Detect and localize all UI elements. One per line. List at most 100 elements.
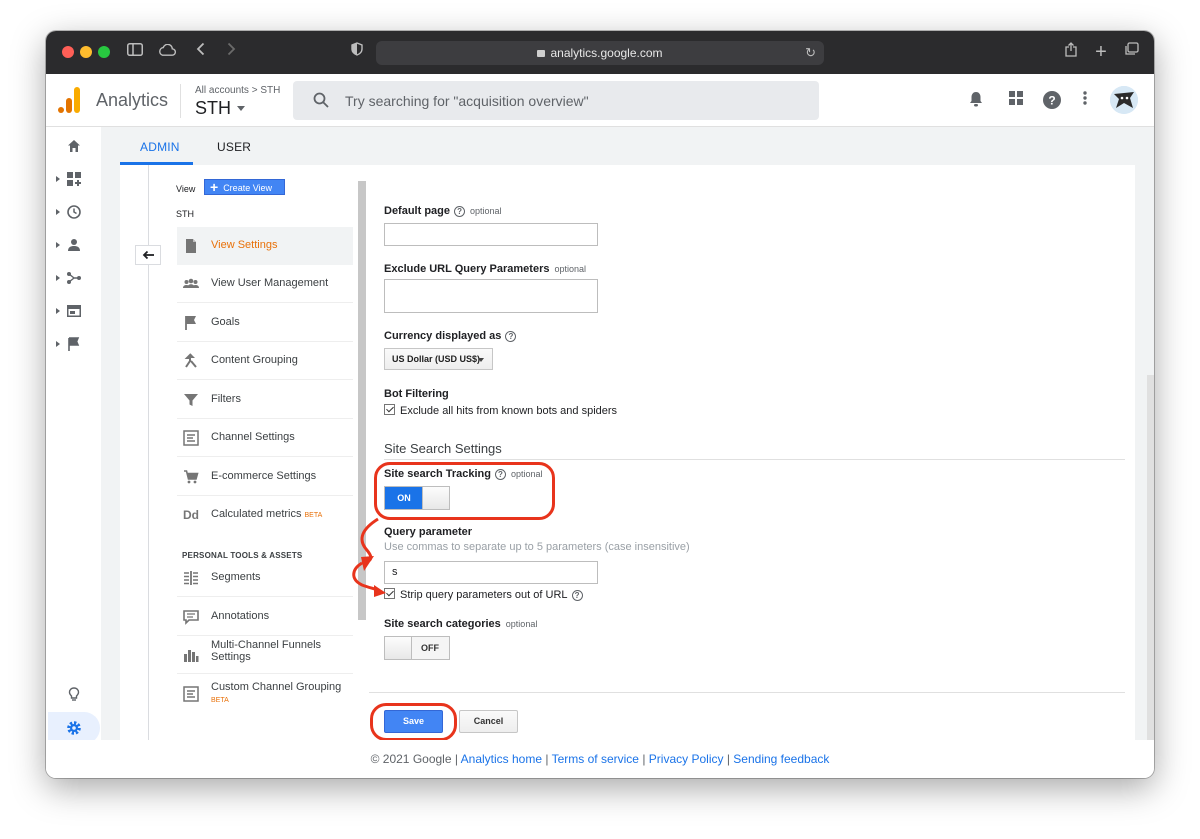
nav-annotations[interactable]: Annotations [177,598,353,636]
help-icon[interactable]: ? [454,206,466,217]
expand-arrow-icon [56,308,60,314]
nav-calculated-metrics[interactable]: Dd Calculated metrics BETA [177,496,353,534]
tab-admin[interactable]: ADMIN [140,140,180,154]
chevron-down-icon [478,358,484,362]
filter-icon [184,394,198,406]
account-selector[interactable]: STH [195,98,245,119]
more-vert-icon[interactable] [1075,91,1095,111]
beta-badge: BETA [304,512,323,519]
share-icon[interactable] [1060,42,1082,62]
footer-link-terms[interactable]: Terms of service [552,752,639,766]
url-text: analytics.google.com [550,46,663,60]
analytics-logo-icon[interactable] [58,87,80,113]
rail-audience[interactable] [46,236,101,256]
bot-filtering-checkbox[interactable]: Exclude all hits from known bots and spi… [384,404,617,417]
close-window-button[interactable] [62,46,74,58]
rail-discover[interactable] [46,685,101,705]
help-icon[interactable]: ? [1042,91,1062,111]
expand-arrow-icon [56,209,60,215]
segments-icon [184,571,198,585]
document-icon [186,239,196,253]
tab-user[interactable]: USER [217,140,251,154]
beta-badge: BETA [211,697,229,704]
acquisition-icon [67,272,81,284]
reload-icon[interactable]: ↻ [805,41,816,65]
nav-multi-channel-funnels-settings[interactable]: Multi-Channel Funnels Settings [177,636,353,674]
default-page-input[interactable] [384,223,598,246]
copyright: © 2021 Google [370,752,452,766]
nav-segments[interactable]: Segments [177,559,353,597]
footer-link-analytics-home[interactable]: Analytics home [461,752,542,766]
strip-params-checkbox[interactable]: Strip query parameters out of URL? [384,588,583,601]
sidebar-toggle-icon[interactable] [124,42,146,62]
app-name[interactable]: Analytics [96,90,168,111]
site-search-categories-label: Site search categories optional [384,618,538,630]
privacy-shield-icon[interactable] [346,42,368,62]
section-divider [384,459,1125,460]
gear-icon [67,721,81,735]
avatar[interactable] [1110,86,1138,114]
apps-grid-icon[interactable] [1006,91,1026,111]
nav-ecommerce-settings[interactable]: E-commerce Settings [177,458,353,496]
search-bar[interactable]: Try searching for "acquisition overview" [293,81,819,120]
channel-icon [183,430,199,446]
chevron-down-icon [237,106,245,111]
header-divider [180,84,181,118]
flag-icon [68,337,80,351]
nav-view-settings[interactable]: View Settings [177,227,353,265]
currency-select[interactable]: US Dollar (USD US$) [384,348,493,370]
minimize-window-button[interactable] [80,46,92,58]
browser-toolbar: analytics.google.com ↻ + [46,31,1154,74]
annotation-icon [183,610,199,625]
account-name: STH [195,98,231,118]
icloud-tabs-icon[interactable] [156,42,178,62]
query-parameter-input[interactable]: s [384,561,598,584]
annotation-arrow-icon [352,517,386,597]
footer: © 2021 Google | Analytics home | Terms o… [46,740,1154,778]
footer-link-feedback[interactable]: Sending feedback [733,752,829,766]
help-icon[interactable]: ? [571,590,583,601]
rail-home[interactable] [46,137,101,157]
zoom-window-button[interactable] [98,46,110,58]
nav-custom-channel-grouping[interactable]: Custom Channel Grouping BETA [177,675,353,725]
notifications-bell-icon[interactable] [966,91,986,111]
main-content: ADMIN USER View + Create View STH View Se… [101,127,1154,741]
flag-icon [185,316,196,330]
rail-realtime[interactable] [46,203,101,223]
site-search-categories-toggle[interactable]: OFF [384,636,450,660]
channel-icon [183,686,199,702]
nav-channel-settings[interactable]: Channel Settings [177,419,353,457]
back-icon[interactable] [190,42,212,62]
rail-behavior[interactable] [46,302,101,322]
svg-text:?: ? [1048,94,1055,108]
rail-conversions[interactable] [46,335,101,355]
tab-overview-icon[interactable] [1120,42,1142,62]
create-view-button[interactable]: + Create View [204,179,285,195]
content-scrollbar[interactable] [1147,375,1154,740]
browser-window: analytics.google.com ↻ + Analytics All a… [46,31,1154,778]
plus-icon: + [210,179,219,195]
left-rail [46,127,101,778]
nav-content-grouping[interactable]: Content Grouping [177,342,353,380]
forward-icon[interactable] [220,42,242,62]
help-icon[interactable]: ? [505,331,517,342]
collapse-back-button[interactable] [135,245,161,265]
annotation-highlight-tracking [374,462,555,520]
rail-acquisition[interactable] [46,269,101,289]
rail-customization[interactable] [46,170,101,190]
view-label: View [176,184,196,194]
cancel-button[interactable]: Cancel [459,710,518,733]
nav-view-user-management[interactable]: View User Management [177,265,353,303]
new-tab-icon[interactable]: + [1090,42,1112,62]
nav-filters[interactable]: Filters [177,381,353,419]
exclude-params-label: Exclude URL Query Parameters optional [384,263,587,275]
clock-icon [67,205,81,219]
footer-link-privacy[interactable]: Privacy Policy [649,752,724,766]
search-input[interactable]: Try searching for "acquisition overview" [345,93,589,109]
dashboard-icon [67,172,81,186]
home-icon [68,140,80,152]
nav-goals[interactable]: Goals [177,304,353,342]
breadcrumb[interactable]: All accounts > STH [195,85,280,96]
address-bar[interactable]: analytics.google.com ↻ [376,41,824,65]
exclude-params-textarea[interactable] [384,279,598,313]
